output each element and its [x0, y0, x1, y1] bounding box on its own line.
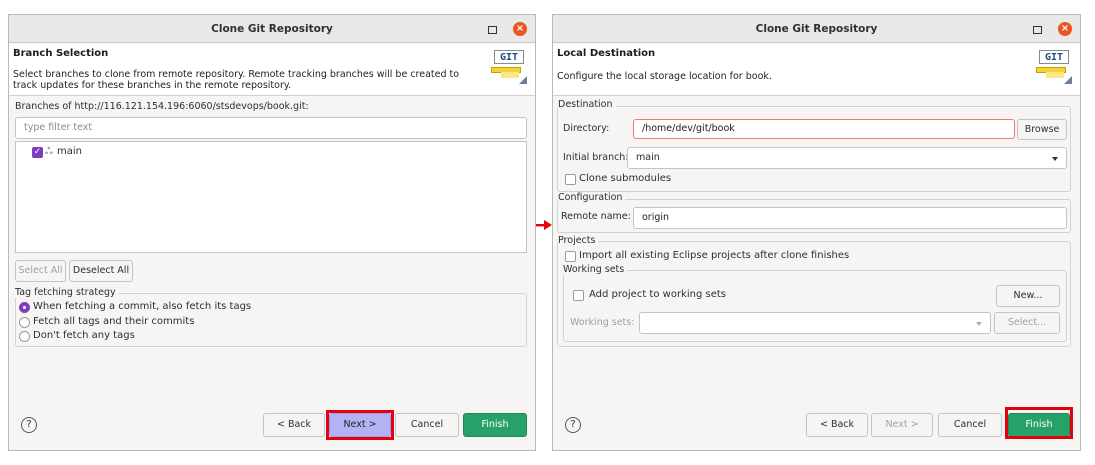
destination-title: Destination: [558, 99, 616, 110]
window-title: Clone Git Repository: [211, 23, 333, 35]
deselect-all-button[interactable]: Deselect All: [69, 260, 133, 282]
page-title: Branch Selection: [13, 48, 109, 59]
branch-tree: ✓ ஃ main: [15, 141, 527, 253]
radio-no-tags[interactable]: Don't fetch any tags: [19, 330, 319, 343]
radio-icon[interactable]: [19, 317, 30, 328]
select-working-set-button[interactable]: Select...: [994, 312, 1060, 334]
add-working-sets-label: Add project to working sets: [589, 289, 726, 300]
window-title: Clone Git Repository: [755, 23, 878, 35]
branches-label: Branches of http://116.121.154.196:6060/…: [15, 101, 309, 112]
finish-button[interactable]: Finish: [463, 413, 527, 437]
radio-label: Don't fetch any tags: [33, 330, 135, 341]
cancel-button[interactable]: Cancel: [395, 413, 459, 437]
branch-icon: ஃ: [45, 146, 53, 157]
directory-input[interactable]: /home/dev/git/book: [633, 119, 1015, 139]
radio-selected-icon[interactable]: [19, 302, 30, 313]
add-working-sets-checkbox[interactable]: [573, 290, 584, 301]
cancel-button[interactable]: Cancel: [938, 413, 1002, 437]
next-button[interactable]: Next >: [871, 413, 933, 437]
chevron-down-icon: [976, 322, 982, 326]
arrow-right-icon: [536, 220, 552, 230]
help-icon[interactable]: ?: [565, 417, 581, 433]
radio-label: When fetching a commit, also fetch its t…: [33, 301, 252, 312]
import-projects-checkbox[interactable]: [565, 251, 576, 262]
initial-branch-value: main: [636, 152, 660, 163]
radio-label: Fetch all tags and their commits: [33, 316, 195, 327]
title-bar: Clone Git Repository ×: [9, 15, 535, 43]
radio-fetch-commit-tags[interactable]: When fetching a commit, also fetch its t…: [19, 301, 319, 314]
wizard-header: Branch Selection Select branches to clon…: [9, 44, 535, 96]
initial-branch-select[interactable]: main: [627, 147, 1067, 169]
clone-dialog-branch-selection: Clone Git Repository × Branch Selection …: [8, 14, 536, 451]
branch-checkbox[interactable]: ✓: [32, 147, 43, 158]
remote-name-label: Remote name:: [561, 211, 631, 222]
clone-dialog-local-destination: Clone Git Repository × Local Destination…: [552, 14, 1081, 451]
radio-fetch-all-tags[interactable]: Fetch all tags and their commits: [19, 316, 319, 329]
working-sets-label: Working sets:: [570, 317, 635, 328]
minimize-icon[interactable]: [485, 23, 499, 37]
back-button[interactable]: < Back: [263, 413, 325, 437]
tag-strategy-title: Tag fetching strategy: [15, 287, 119, 298]
initial-branch-label: Initial branch:: [563, 152, 629, 163]
page-description: Configure the local storage location for…: [557, 71, 772, 82]
page-title: Local Destination: [557, 48, 656, 59]
remote-name-input[interactable]: origin: [633, 207, 1067, 229]
back-button[interactable]: < Back: [806, 413, 868, 437]
highlight-box: [326, 410, 394, 440]
git-logo-icon: GIT: [1036, 50, 1072, 84]
branch-label: main: [57, 146, 82, 157]
title-bar: Clone Git Repository ×: [553, 15, 1080, 43]
import-projects-label: Import all existing Eclipse projects aft…: [579, 250, 850, 261]
page-description: Select branches to clone from remote rep…: [13, 69, 460, 91]
git-logo-icon: GIT: [491, 50, 527, 84]
filter-input[interactable]: type filter text: [15, 117, 527, 139]
select-all-button[interactable]: Select All: [15, 260, 66, 282]
browse-button[interactable]: Browse: [1017, 119, 1067, 140]
radio-icon[interactable]: [19, 331, 30, 342]
highlight-box: [1005, 407, 1073, 439]
close-icon[interactable]: ×: [1058, 22, 1072, 36]
help-icon[interactable]: ?: [21, 417, 37, 433]
clone-submodules-checkbox[interactable]: [565, 174, 576, 185]
directory-label: Directory:: [563, 123, 610, 134]
close-icon[interactable]: ×: [513, 22, 527, 36]
add-working-sets-option[interactable]: Add project to working sets: [573, 289, 773, 302]
import-projects-option[interactable]: Import all existing Eclipse projects aft…: [565, 250, 885, 263]
clone-submodules-option[interactable]: Clone submodules: [565, 173, 765, 186]
working-sets-select[interactable]: [639, 312, 991, 334]
chevron-down-icon: [1052, 157, 1058, 161]
minimize-icon[interactable]: [1030, 23, 1044, 37]
new-working-set-button[interactable]: New...: [996, 285, 1060, 307]
projects-title: Projects: [558, 235, 599, 246]
wizard-header: Local Destination Configure the local st…: [553, 44, 1080, 96]
working-sets-title: Working sets: [563, 264, 628, 275]
configuration-title: Configuration: [558, 192, 626, 203]
clone-submodules-label: Clone submodules: [579, 173, 672, 184]
